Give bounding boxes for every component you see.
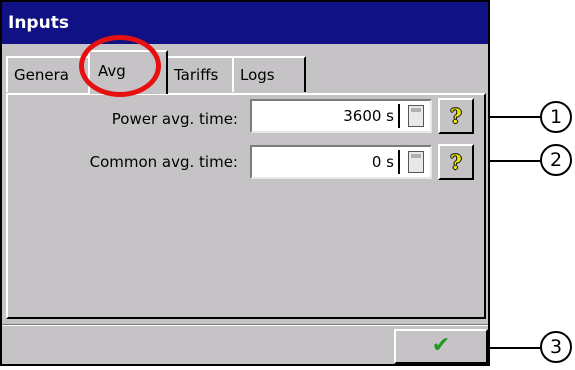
window-title: Inputs: [2, 2, 488, 44]
field-separator: [398, 104, 400, 128]
avg-tab-highlight-circle: [79, 35, 161, 97]
question-mark-icon: ?: [450, 150, 462, 174]
calculator-icon[interactable]: [408, 105, 424, 127]
checkmark-icon: ✔: [431, 333, 451, 358]
tab-logs[interactable]: Logs: [232, 56, 306, 92]
bottom-divider: [2, 324, 488, 326]
callout-3: 3: [540, 331, 572, 363]
ok-button[interactable]: ✔: [394, 329, 488, 364]
callout-line-1: [488, 116, 542, 118]
callout-2: 2: [540, 144, 572, 176]
inputs-window: Inputs Genera Avg Tariffs Logs Power avg…: [0, 0, 490, 366]
callout-1: 1: [540, 101, 572, 133]
callout-line-3: [488, 347, 542, 349]
calculator-icon[interactable]: [408, 151, 424, 173]
common-avg-time-field[interactable]: 0 s: [250, 145, 432, 179]
tab-general[interactable]: Genera: [6, 56, 90, 92]
callout-line-2: [488, 160, 542, 162]
question-mark-icon: ?: [450, 104, 462, 128]
field-separator: [398, 150, 400, 174]
power-avg-time-value: 3600 s: [343, 107, 394, 125]
common-avg-time-value: 0 s: [371, 153, 394, 171]
tab-tariffs[interactable]: Tariffs: [166, 56, 234, 92]
common-avg-time-help-button[interactable]: ?: [438, 144, 474, 180]
power-avg-time-help-button[interactable]: ?: [438, 98, 474, 134]
power-avg-time-field[interactable]: 3600 s: [250, 99, 432, 133]
power-avg-time-label: Power avg. time:: [111, 110, 238, 128]
common-avg-time-label: Common avg. time:: [89, 153, 238, 171]
